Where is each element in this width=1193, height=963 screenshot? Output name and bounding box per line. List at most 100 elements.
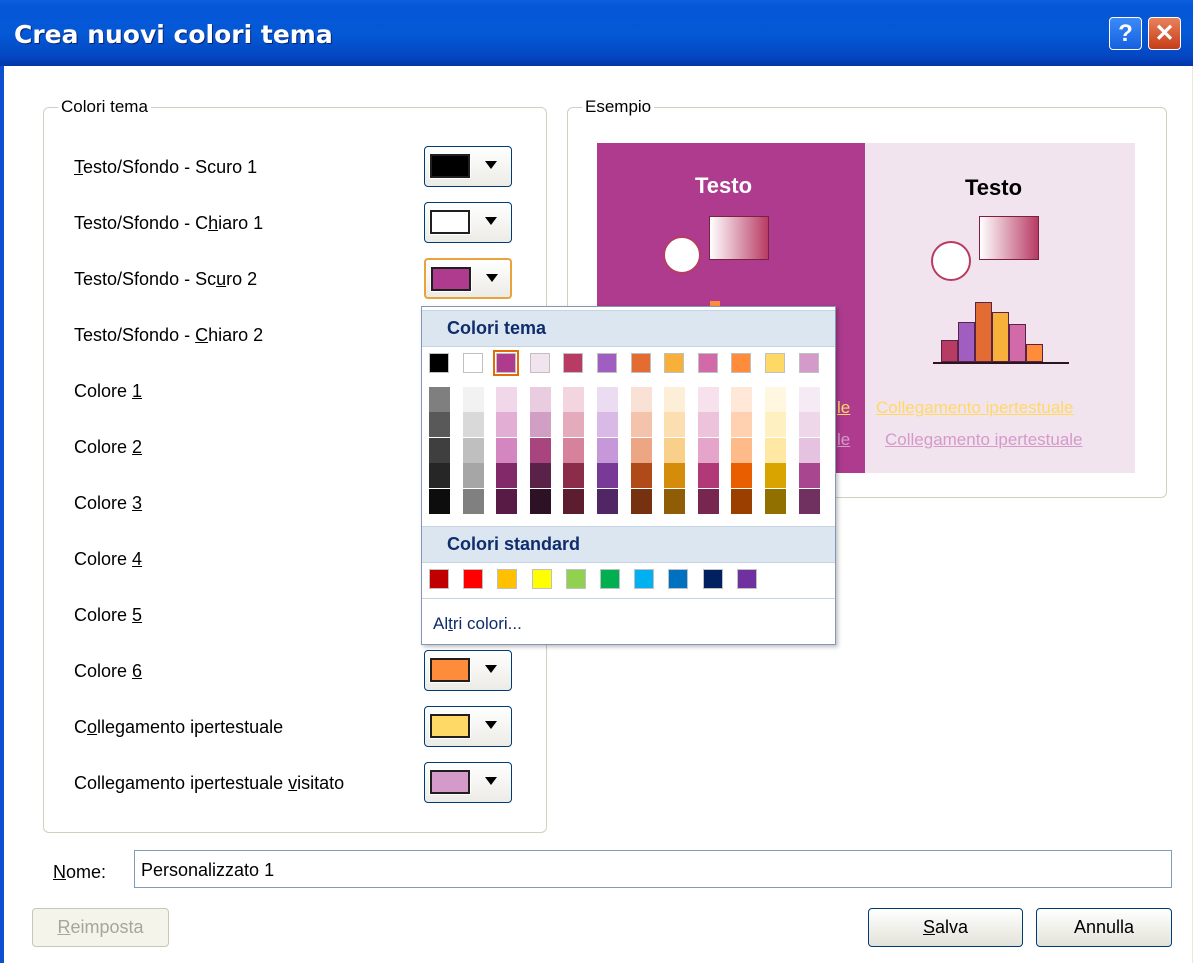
- shade-swatch-5-4[interactable]: [597, 488, 618, 514]
- color-picker-button-2[interactable]: [424, 258, 512, 299]
- standard-swatch-7[interactable]: [668, 569, 689, 589]
- shade-swatch-8-3[interactable]: [697, 463, 719, 489]
- shade-swatch-7-3[interactable]: [664, 463, 686, 489]
- standard-swatch-1[interactable]: [463, 569, 484, 589]
- shade-swatch-6-4[interactable]: [630, 488, 652, 514]
- shade-swatch-4-2[interactable]: [563, 437, 585, 463]
- shade-swatch-3-2[interactable]: [529, 437, 551, 463]
- theme-swatch-0[interactable]: [429, 353, 449, 373]
- shade-swatch-9-0[interactable]: [731, 387, 753, 412]
- shade-swatch-6-2[interactable]: [630, 437, 652, 463]
- shade-swatch-7-0[interactable]: [664, 387, 686, 412]
- shade-swatch-8-1[interactable]: [697, 412, 719, 438]
- standard-swatch-2[interactable]: [497, 569, 518, 589]
- shade-swatch-4-1[interactable]: [563, 412, 585, 438]
- shade-swatch-0-3[interactable]: [429, 463, 450, 489]
- cancel-button[interactable]: Annulla: [1036, 908, 1172, 947]
- help-button[interactable]: ?: [1109, 17, 1142, 50]
- reset-button[interactable]: Reimposta: [32, 908, 169, 947]
- shade-swatch-0-2[interactable]: [429, 437, 450, 463]
- standard-swatch-9[interactable]: [736, 569, 757, 589]
- shade-swatch-7-2[interactable]: [664, 437, 686, 463]
- shade-swatch-1-3[interactable]: [462, 463, 484, 489]
- shade-swatch-9-1[interactable]: [731, 412, 753, 438]
- theme-swatch-9[interactable]: [731, 353, 752, 373]
- theme-swatch-10[interactable]: [765, 353, 785, 373]
- theme-swatch-4[interactable]: [563, 353, 584, 373]
- shade-swatch-9-3[interactable]: [731, 463, 753, 489]
- shade-swatch-5-3[interactable]: [597, 463, 618, 489]
- shade-swatch-11-2[interactable]: [798, 437, 820, 463]
- shade-swatch-8-4[interactable]: [697, 488, 719, 514]
- shade-swatch-2-1[interactable]: [496, 412, 518, 438]
- shade-swatch-4-0[interactable]: [563, 387, 585, 412]
- theme-swatch-2[interactable]: [493, 350, 520, 376]
- standard-swatch-3[interactable]: [531, 569, 552, 589]
- theme-colors-header-label: Colori tema: [447, 318, 547, 338]
- standard-swatch-5[interactable]: [600, 569, 620, 589]
- shade-swatch-10-0[interactable]: [765, 387, 786, 412]
- more-colors-item[interactable]: Altri colori...: [433, 614, 522, 634]
- shade-swatch-3-4[interactable]: [529, 488, 551, 514]
- standard-swatch-8[interactable]: [702, 569, 723, 589]
- shade-swatch-3-0[interactable]: [529, 387, 551, 412]
- shade-swatch-11-3[interactable]: [798, 463, 820, 489]
- shade-swatch-0-4[interactable]: [429, 488, 450, 514]
- histogram-baseline: [933, 362, 1069, 364]
- standard-swatch-0[interactable]: [429, 569, 449, 589]
- theme-swatch-6[interactable]: [630, 353, 651, 373]
- name-input[interactable]: Personalizzato 1: [134, 850, 1172, 888]
- shade-swatch-1-0[interactable]: [462, 387, 484, 412]
- preview-hyperlink[interactable]: Collegamento ipertestuale: [876, 398, 1074, 418]
- shade-swatch-10-2[interactable]: [765, 437, 786, 463]
- color-picker-button-1[interactable]: [424, 202, 512, 243]
- shade-swatch-1-4[interactable]: [462, 488, 484, 514]
- save-button[interactable]: Salva: [868, 908, 1023, 947]
- shade-swatch-4-4[interactable]: [563, 488, 585, 514]
- shade-swatch-5-1[interactable]: [597, 412, 618, 438]
- shade-swatch-5-0[interactable]: [597, 387, 618, 412]
- shade-swatch-2-2[interactable]: [496, 437, 518, 463]
- shade-swatch-5-2[interactable]: [597, 437, 618, 463]
- shade-swatch-11-1[interactable]: [798, 412, 820, 438]
- preview-visited-hyperlink[interactable]: Collegamento ipertestuale: [885, 430, 1083, 450]
- shade-swatch-9-2[interactable]: [731, 437, 753, 463]
- shade-swatch-4-3[interactable]: [563, 463, 585, 489]
- theme-swatch-1[interactable]: [462, 353, 483, 373]
- shade-swatch-6-0[interactable]: [630, 387, 652, 412]
- theme-swatch-3[interactable]: [529, 353, 550, 373]
- shade-swatch-1-1[interactable]: [462, 412, 484, 438]
- shade-swatch-10-3[interactable]: [765, 463, 786, 489]
- shade-swatch-11-0[interactable]: [798, 387, 820, 412]
- shade-swatch-8-0[interactable]: [697, 387, 719, 412]
- shade-swatch-11-4[interactable]: [798, 488, 820, 514]
- theme-swatch-11[interactable]: [798, 353, 819, 373]
- standard-swatch-4[interactable]: [565, 569, 586, 589]
- theme-swatch-5[interactable]: [597, 353, 617, 373]
- color-picker-button-10[interactable]: [424, 706, 512, 747]
- shade-swatch-7-1[interactable]: [664, 412, 686, 438]
- shade-swatch-9-4[interactable]: [731, 488, 753, 514]
- shade-swatch-3-1[interactable]: [529, 412, 551, 438]
- shade-swatch-2-0[interactable]: [496, 387, 518, 412]
- shade-swatch-2-3[interactable]: [496, 463, 518, 489]
- shade-swatch-0-0[interactable]: [429, 387, 450, 412]
- shade-swatch-3-3[interactable]: [529, 463, 551, 489]
- theme-swatch-7[interactable]: [664, 353, 685, 373]
- shade-swatch-2-4[interactable]: [496, 488, 518, 514]
- color-picker-button-0[interactable]: [424, 146, 512, 187]
- shade-swatch-6-3[interactable]: [630, 463, 652, 489]
- shade-swatch-0-1[interactable]: [429, 412, 450, 438]
- standard-swatch-6[interactable]: [634, 569, 655, 589]
- shade-swatch-6-1[interactable]: [630, 412, 652, 438]
- shade-swatch-10-1[interactable]: [765, 412, 786, 438]
- shade-swatch-1-2[interactable]: [462, 437, 484, 463]
- shade-swatch-8-2[interactable]: [697, 437, 719, 463]
- shade-swatch-10-4[interactable]: [765, 488, 786, 514]
- color-picker-button-11[interactable]: [424, 762, 512, 803]
- theme-swatch-8[interactable]: [697, 353, 718, 373]
- color-picker-button-9[interactable]: [424, 650, 512, 691]
- close-button[interactable]: ✕: [1148, 17, 1181, 50]
- shade-swatch-7-4[interactable]: [664, 488, 686, 514]
- title-bar: Crea nuovi colori tema ? ✕: [0, 0, 1193, 66]
